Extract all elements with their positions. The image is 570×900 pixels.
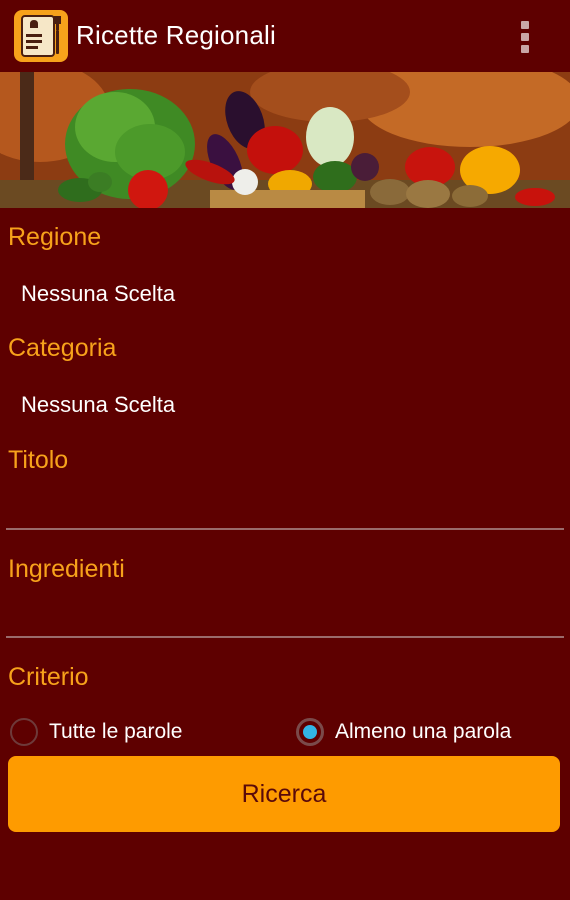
radio-label-tutte-le-parole[interactable]: Tutte le parole [49, 720, 182, 744]
titolo-underline [6, 528, 564, 530]
radio-selected-dot [303, 725, 317, 739]
categoria-label: Categoria [8, 334, 117, 362]
regione-label: Regione [8, 223, 102, 251]
app-title: Ricette Regionali [76, 20, 276, 50]
regione-spinner[interactable]: Nessuna Scelta [21, 281, 175, 307]
recipe-book-icon [14, 10, 68, 62]
overflow-menu-icon[interactable] [508, 18, 542, 56]
criterio-label: Criterio [8, 663, 89, 691]
categoria-spinner[interactable]: Nessuna Scelta [21, 392, 175, 418]
radio-tutte-le-parole[interactable] [10, 718, 38, 746]
ingredienti-input[interactable] [6, 596, 564, 636]
vegetables-banner-image [0, 72, 570, 208]
ricerca-button[interactable]: Ricerca [8, 756, 560, 832]
radio-label-almeno-una-parola[interactable]: Almeno una parola [335, 720, 511, 744]
ingredienti-underline [6, 636, 564, 638]
titolo-input[interactable] [6, 488, 564, 528]
radio-almeno-una-parola[interactable] [296, 718, 324, 746]
app-bar: Ricette Regionali [0, 0, 570, 72]
titolo-label: Titolo [8, 446, 69, 474]
ingredienti-label: Ingredienti [8, 555, 125, 583]
